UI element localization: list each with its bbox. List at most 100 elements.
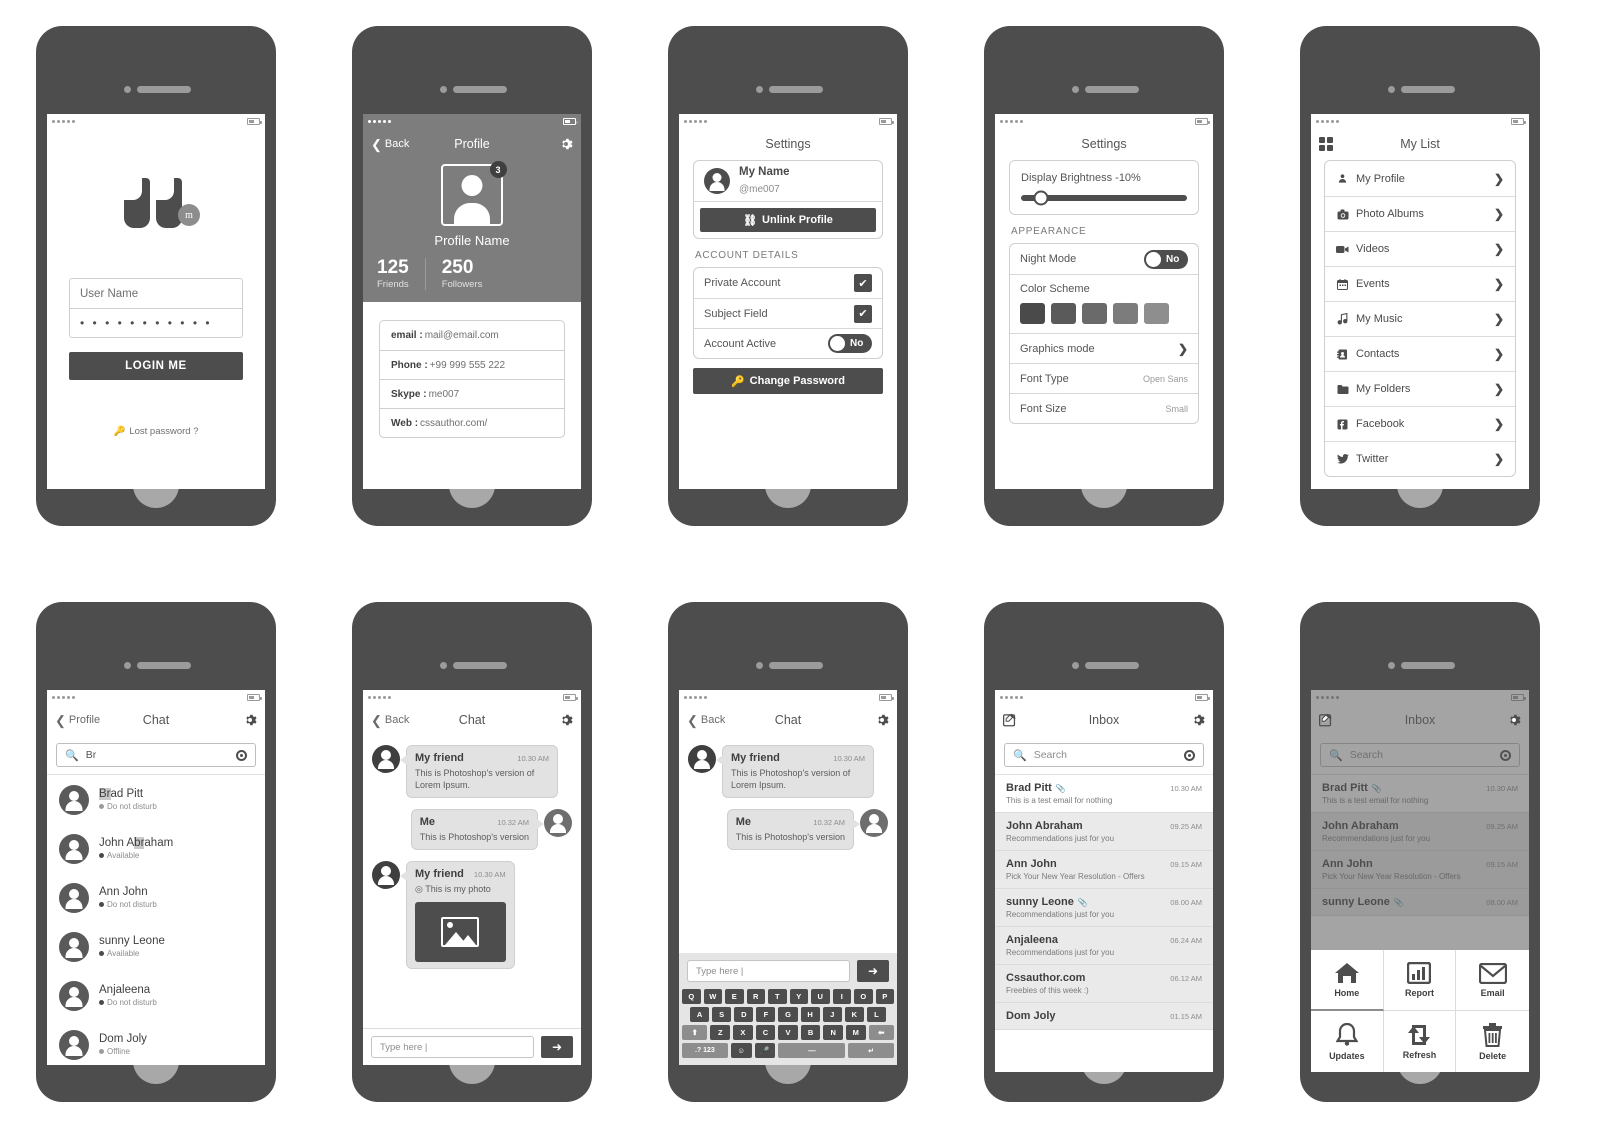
row-private-account[interactable]: Private Account ✔ [694,268,882,298]
table-row[interactable]: Brad Pitt📎 10.30 AM This is a test email… [995,775,1213,813]
account-user-row[interactable]: My Name @me007 [694,161,882,201]
key-d[interactable]: D [734,1007,754,1022]
numbers-key[interactable]: .? 123 [682,1043,728,1058]
key-r[interactable]: R [746,989,765,1004]
search-input[interactable]: 🔍 Br [56,743,256,767]
key-j[interactable]: J [822,1007,842,1022]
key-q[interactable]: Q [682,989,701,1004]
list-item[interactable]: Brad Pitt Do not disturb [47,775,265,824]
slider-knob[interactable] [1033,190,1049,206]
key-m[interactable]: M [845,1025,866,1040]
key-g[interactable]: G [778,1007,798,1022]
swatch-3[interactable] [1082,303,1107,324]
back-button[interactable]: ❮ Profile [55,714,100,727]
back-button[interactable]: ❮ Back [687,714,725,727]
action-report[interactable]: Report [1383,950,1457,1011]
table-row[interactable]: Ann John 09.15 AM Pick Your New Year Res… [995,851,1213,889]
row-subject-field[interactable]: Subject Field ✔ [694,298,882,328]
table-row[interactable]: sunny Leone 📎 08.00 AM Recommendations ju… [995,889,1213,927]
action-home[interactable]: Home [1311,950,1384,1011]
clear-icon[interactable] [1184,749,1195,761]
settings-button[interactable] [243,713,257,727]
emoji-key[interactable]: ☺ [730,1043,752,1058]
key-k[interactable]: K [844,1007,864,1022]
list-item[interactable]: John Abraham Available [47,824,265,873]
key-w[interactable]: W [703,989,722,1004]
unlink-profile-button[interactable]: ⛓ Unlink Profile [700,208,876,232]
swatch-5[interactable] [1144,303,1169,324]
back-button[interactable]: ❮ Back [371,714,409,727]
key-s[interactable]: S [712,1007,732,1022]
list-item[interactable]: Ann John Do not disturb [47,873,265,922]
send-button[interactable]: ➜ [541,1036,573,1058]
action-email[interactable]: Email [1456,950,1529,1011]
compose-button[interactable] [1003,713,1017,727]
key-e[interactable]: E [725,989,744,1004]
message-bubble[interactable]: Me 10.32 AM This is Photoshop's version [726,809,861,851]
stat-followers[interactable]: 250 Followers [424,258,499,290]
space-key[interactable]: — [778,1043,846,1058]
settings-button[interactable] [559,137,573,151]
row-font-type[interactable]: Font Type Open Sans [1010,363,1198,393]
row-account-active[interactable]: Account Active No [694,328,882,358]
table-row[interactable]: Anjaleena 06.24 AM Recommendations just … [995,927,1213,965]
key-p[interactable]: P [875,989,894,1004]
photo-attachment[interactable] [415,901,506,962]
message-input[interactable]: Type here | [371,1036,534,1058]
key-v[interactable]: V [778,1025,798,1040]
list-item-facebook[interactable]: Facebook ❯ [1325,406,1515,441]
key-a[interactable]: A [690,1007,710,1022]
grid-menu-button[interactable] [1319,137,1333,151]
message-bubble[interactable]: My friend 10.30 AM This is Photoshop's v… [716,745,874,799]
compose-button[interactable] [1319,713,1333,727]
list-item-videos[interactable]: Videos ❯ [1325,231,1515,266]
key-f[interactable]: F [756,1007,776,1022]
list-item-twitter[interactable]: Twitter ❯ [1325,441,1515,476]
shift-key[interactable]: ⬆ [682,1025,708,1040]
back-button[interactable]: ❮ Back [371,138,409,151]
list-item-contacts[interactable]: Contacts ❯ [1325,336,1515,371]
list-item[interactable]: sunny Leone Available [47,922,265,971]
settings-button[interactable] [1507,713,1521,727]
backspace-key[interactable]: ⬅ [868,1025,894,1040]
list-item-my-folders[interactable]: My Folders ❯ [1325,371,1515,406]
table-row[interactable]: John Abraham 09.25 AM Recommendations ju… [995,813,1213,851]
key-u[interactable]: U [811,989,830,1004]
settings-button[interactable] [559,713,573,727]
message-bubble[interactable]: My friend 10.30 AM ◎ This is my photo [400,861,515,969]
swatch-4[interactable] [1113,303,1138,324]
return-key[interactable]: ↵ [848,1043,894,1058]
toggle-night-mode[interactable]: No [1144,249,1188,269]
key-z[interactable]: Z [710,1025,731,1040]
action-delete[interactable]: Delete [1456,1011,1529,1072]
key-o[interactable]: O [854,989,873,1004]
checkbox-subject-field[interactable]: ✔ [854,304,872,323]
action-updates[interactable]: Updates [1311,1011,1384,1072]
username-input[interactable]: User Name [70,279,242,308]
change-password-button[interactable]: 🔑 Change Password [693,368,883,394]
message-input[interactable]: Type here | [687,960,850,982]
key-y[interactable]: Y [789,989,808,1004]
key-x[interactable]: X [733,1025,753,1040]
key-l[interactable]: L [866,1007,886,1022]
settings-button[interactable] [875,713,889,727]
row-night-mode[interactable]: Night Mode No [1010,244,1198,274]
message-bubble[interactable]: Me 10.32 AM This is Photoshop's version [410,809,545,851]
list-item-my-music[interactable]: My Music ❯ [1325,301,1515,336]
settings-button[interactable] [1191,713,1205,727]
key-c[interactable]: C [755,1025,776,1040]
list-item-my-profile[interactable]: My Profile ❯ [1325,161,1515,196]
password-input[interactable]: • • • • • • • • • • • [70,308,242,337]
key-t[interactable]: T [768,989,787,1004]
list-item-photo-albums[interactable]: Photo Albums ❯ [1325,196,1515,231]
key-i[interactable]: I [832,989,851,1004]
key-h[interactable]: H [800,1007,820,1022]
list-item[interactable]: Anjaleena Do not disturb [47,971,265,1020]
row-graphics-mode[interactable]: Graphics mode ❯ [1010,333,1198,363]
key-n[interactable]: N [823,1025,843,1040]
brightness-slider[interactable] [1021,190,1187,206]
swatch-1[interactable] [1020,303,1045,324]
swatch-2[interactable] [1051,303,1076,324]
search-input[interactable]: 🔍 Search [1004,743,1204,767]
stat-friends[interactable]: 125 Friends [377,258,425,290]
